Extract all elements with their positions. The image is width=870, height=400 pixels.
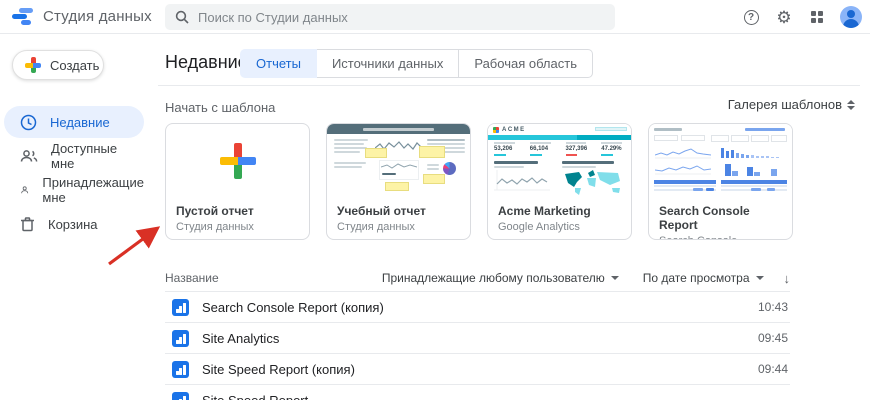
main-content: Недавние Отчеты Источники данных Рабочая… [150,34,870,400]
sort-direction-icon[interactable]: ↓ [784,271,791,286]
sort-filter-label: По дате просмотра [643,271,750,285]
tab-bar: Отчеты Источники данных Рабочая область [240,49,593,78]
trash-icon [20,216,35,232]
sidebar-item-label: Принадлежащие мне [42,175,144,205]
name-column-header: Название [165,271,382,285]
app-title: Студия данных [43,8,152,25]
acme-metric-value: 327,396 [566,146,596,152]
plus-icon [25,57,41,73]
unfold-more-icon [847,100,855,110]
card-subtitle: Студия данных [176,221,299,233]
acme-world-map [562,169,628,195]
report-name: Site Speed Report [202,393,788,400]
settings-gear-icon[interactable]: ⚙ [774,7,794,27]
tab-reports[interactable]: Отчеты [240,49,317,78]
table-row[interactable]: Site Analytics 09:45 [165,322,790,353]
blank-report-thumbnail [166,124,309,197]
report-time: 09:45 [758,331,790,345]
report-name: Site Speed Report (копия) [202,362,758,377]
clock-icon [20,114,37,131]
sidebar-item-recent[interactable]: Недавние [4,106,144,138]
sidebar-item-owned-by-me[interactable]: Принадлежащие мне [4,174,144,206]
table-row[interactable]: Site Speed Report [165,384,790,400]
user-avatar[interactable] [840,6,862,28]
page-title: Недавние [165,52,248,73]
acme-metric-value: 66,104 [530,146,560,152]
card-subtitle: Студия данных [337,221,460,233]
acme-marketing-thumbnail: ACME 53,206 66,104 327,396 47.29% [488,124,631,197]
card-title: Пустой отчет [176,204,299,218]
search-icon [175,10,189,24]
template-cards: Пустой отчет Студия данных [165,123,793,240]
card-subtitle: Search Console [659,235,782,240]
people-icon [20,148,38,164]
divider [158,85,860,86]
search-console-thumbnail [649,124,792,197]
create-button[interactable]: Создать [12,50,104,80]
reports-table: Название Принадлежащие любому пользовате… [165,265,790,400]
report-time: 10:43 [758,300,790,314]
tab-workspace[interactable]: Рабочая область [459,49,593,78]
acme-brand: ACME [502,127,526,133]
report-icon [172,361,189,378]
create-button-label: Создать [50,58,99,73]
report-name: Site Analytics [202,331,758,346]
help-icon[interactable]: ? [741,7,761,27]
template-gallery-button[interactable]: Галерея шаблонов [728,97,855,112]
tutorial-report-thumbnail [327,124,470,197]
plus-icon [220,143,256,179]
search-bar[interactable] [165,4,615,30]
card-title: Search Console Report [659,204,782,232]
sidebar-item-shared-with-me[interactable]: Доступные мне [4,140,144,172]
sort-filter-dropdown[interactable]: По дате просмотра [643,271,764,285]
person-icon [20,182,29,198]
report-time: 09:44 [758,362,790,376]
owner-filter-label: Принадлежащие любому пользователю [382,271,605,285]
owner-filter-dropdown[interactable]: Принадлежащие любому пользователю [382,271,619,285]
sidebar-item-label: Доступные мне [51,141,144,171]
template-gallery-label: Галерея шаблонов [728,97,842,112]
sidebar-item-label: Корзина [48,217,98,232]
card-title: Acme Marketing [498,204,621,218]
templates-section-label: Начать с шаблона [165,100,275,115]
template-card-acme-marketing[interactable]: ACME 53,206 66,104 327,396 47.29% [487,123,632,240]
report-icon [172,330,189,347]
sidebar-item-label: Недавние [50,115,110,130]
template-card-search-console[interactable]: Search Console Report Search Console [648,123,793,240]
tab-data-sources[interactable]: Источники данных [317,49,459,78]
template-card-blank-report[interactable]: Пустой отчет Студия данных [165,123,310,240]
table-row[interactable]: Search Console Report (копия) 10:43 [165,291,790,322]
search-input[interactable] [198,10,605,25]
data-studio-logo-icon[interactable] [12,8,34,25]
acme-logo-icon [493,127,499,133]
chevron-down-icon [756,276,764,280]
apps-grid-icon[interactable] [807,7,827,27]
sidebar-item-trash[interactable]: Корзина [4,208,144,240]
card-subtitle: Google Analytics [498,221,621,233]
card-title: Учебный отчет [337,204,460,218]
acme-metric-value: 53,206 [494,146,524,152]
template-card-tutorial-report[interactable]: Учебный отчет Студия данных [326,123,471,240]
acme-metric-value: 47.29% [601,146,631,152]
app-bar: Студия данных ? ⚙ [0,0,870,34]
table-row[interactable]: Site Speed Report (копия) 09:44 [165,353,790,384]
report-icon [172,299,189,316]
report-icon [172,392,189,400]
report-name: Search Console Report (копия) [202,300,758,315]
reports-table-header: Название Принадлежащие любому пользовате… [165,265,790,291]
chevron-down-icon [611,276,619,280]
sidebar: Создать Недавние Доступные мне Принадлеж… [0,34,150,400]
